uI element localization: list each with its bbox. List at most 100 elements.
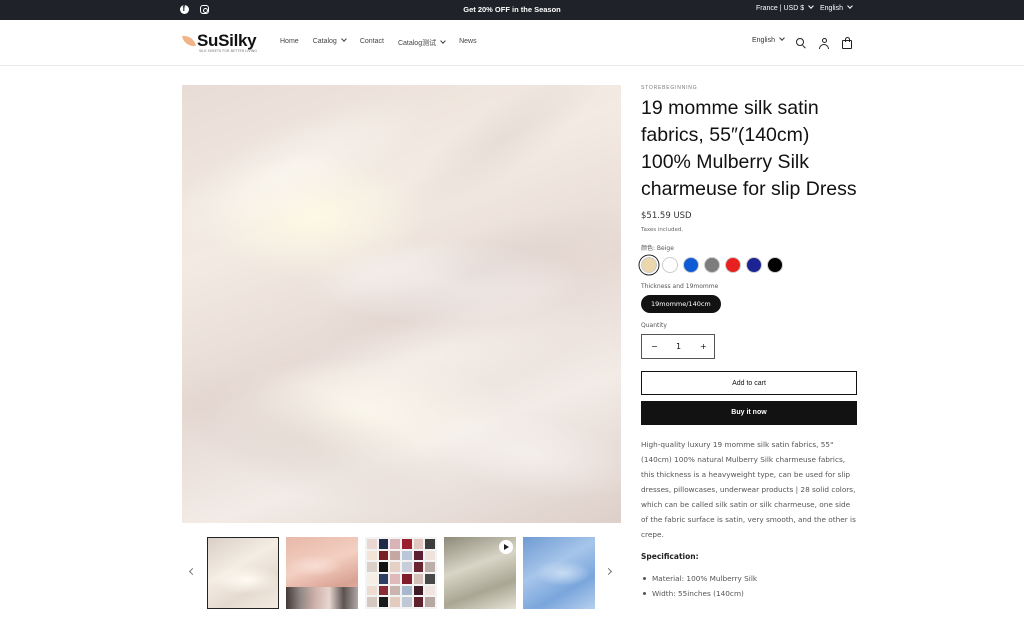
color-chip: [425, 574, 435, 584]
quantity-minus-button[interactable]: −: [651, 342, 658, 351]
color-swatches: [641, 257, 857, 273]
color-chip: [367, 562, 377, 572]
search-icon[interactable]: [795, 37, 807, 49]
color-chip: [390, 562, 400, 572]
color-chip: [425, 585, 435, 596]
thumbnail-2[interactable]: [286, 537, 358, 609]
color-chip: [425, 550, 435, 561]
color-chip: [378, 550, 389, 561]
color-chip: [402, 562, 412, 572]
color-chip: [390, 550, 400, 561]
thumbnail-color-chart[interactable]: [365, 537, 437, 609]
nav-item-label: Contact: [359, 38, 384, 45]
nav-item-news[interactable]: News: [459, 38, 477, 48]
language-selector-top-label: English: [820, 5, 843, 12]
product-main-image[interactable]: [182, 85, 621, 523]
announcement-bar: Get 20% OFF in the Season France | USD $…: [0, 0, 1024, 20]
site-header: SuSilky SILK SHEETS FOR BETTER LIVING Ho…: [0, 20, 1024, 66]
swatch-white[interactable]: [662, 257, 678, 273]
color-chip: [413, 574, 424, 584]
quantity-plus-button[interactable]: +: [700, 342, 707, 351]
chevron-down-icon: [340, 36, 347, 42]
nav-item-contact[interactable]: Contact: [360, 38, 384, 48]
logo-text: SuSilky: [197, 31, 257, 50]
thumbnail-slider: [182, 537, 621, 611]
thumbnail-video[interactable]: [444, 537, 516, 609]
swatch-blue[interactable]: [683, 257, 699, 273]
nav-item-home[interactable]: Home: [280, 38, 299, 48]
thumbnail-1[interactable]: [207, 537, 279, 609]
color-chip: [402, 550, 412, 561]
color-chip: [413, 562, 424, 572]
color-chip: [378, 585, 389, 596]
color-chip: [402, 585, 412, 596]
quantity-input[interactable]: 1: [676, 342, 681, 351]
slider-next-icon[interactable]: [604, 567, 613, 576]
swatch-black[interactable]: [767, 257, 783, 273]
color-chip: [402, 539, 412, 549]
nav-item-label: Home: [280, 38, 299, 45]
color-chip: [413, 550, 424, 561]
product-description: High-quality luxury 19 momme silk satin …: [641, 440, 856, 539]
swatch-red[interactable]: [725, 257, 741, 273]
nav-item-catalog[interactable]: Catalog: [312, 36, 347, 48]
account-icon[interactable]: [818, 37, 830, 49]
chevron-down-icon: [808, 3, 814, 9]
color-chip: [413, 585, 424, 596]
thumbnail-5[interactable]: [523, 537, 595, 609]
nav-item-label: News: [459, 38, 477, 45]
color-chip: [425, 597, 435, 607]
nav-item-label: Catalog测试: [397, 40, 437, 47]
color-chip: [390, 539, 400, 549]
color-chip: [390, 597, 400, 607]
spec-item: Material: 100% Mulberry Silk: [641, 571, 857, 586]
color-chip: [425, 539, 435, 549]
spec-list: Material: 100% Mulberry Silk Width: 55in…: [641, 571, 857, 601]
color-chip: [425, 562, 435, 572]
chevron-down-icon: [440, 38, 446, 44]
color-chip: [378, 539, 389, 549]
color-chip: [367, 550, 377, 561]
cart-icon[interactable]: [841, 37, 853, 49]
swatch-beige[interactable]: [641, 257, 657, 273]
leaf-icon: [181, 33, 197, 47]
chevron-down-icon: [847, 3, 853, 9]
logo-tagline: SILK SHEETS FOR BETTER LIVING: [199, 49, 257, 53]
swatch-navy[interactable]: [746, 257, 762, 273]
color-chip: [402, 574, 412, 584]
nav-item-label: Catalog: [312, 38, 337, 45]
color-chip: [390, 585, 400, 596]
swatch-gray[interactable]: [704, 257, 720, 273]
add-to-cart-button[interactable]: Add to cart: [641, 371, 857, 395]
color-chip: [367, 539, 377, 549]
vendor: STOREBEGINNING: [641, 85, 698, 91]
country-selector[interactable]: France | USD $: [756, 3, 814, 12]
thickness-option[interactable]: 19momme/140cm: [641, 295, 721, 313]
color-chip: [367, 585, 377, 596]
nav-item-catalog-test[interactable]: Catalog测试: [397, 38, 446, 48]
play-icon[interactable]: [499, 540, 513, 554]
spec-heading: Specification:: [641, 552, 699, 561]
color-chip: [413, 597, 424, 607]
language-selector-top[interactable]: English: [820, 3, 853, 12]
slider-prev-icon[interactable]: [188, 567, 197, 576]
country-selector-label: France | USD $: [756, 5, 805, 12]
quantity-label: Quantity: [641, 322, 667, 329]
color-chip: [378, 562, 389, 572]
tax-note: Taxes included.: [641, 227, 684, 233]
announcement-message: Get 20% OFF in the Season: [463, 5, 561, 14]
language-selector[interactable]: English: [752, 35, 785, 44]
color-chip: [367, 574, 377, 584]
logo[interactable]: SuSilky SILK SHEETS FOR BETTER LIVING: [181, 31, 257, 53]
buy-now-button[interactable]: Buy it now: [641, 401, 857, 425]
color-chip: [378, 597, 389, 607]
thickness-label: Thickness and 19momme: [641, 283, 719, 290]
spec-item: Width: 55inches (140cm): [641, 586, 857, 601]
product-title: 19 momme silk satin fabrics, 55″(140cm) …: [641, 97, 857, 200]
language-selector-label: English: [752, 37, 775, 44]
color-chip: [413, 539, 424, 549]
color-chip: [390, 574, 400, 584]
main-nav: Home Catalog Contact Catalog测试 News: [280, 36, 491, 48]
quantity-stepper: − 1 +: [641, 334, 715, 359]
color-label: 颜色: Beige: [641, 245, 674, 252]
